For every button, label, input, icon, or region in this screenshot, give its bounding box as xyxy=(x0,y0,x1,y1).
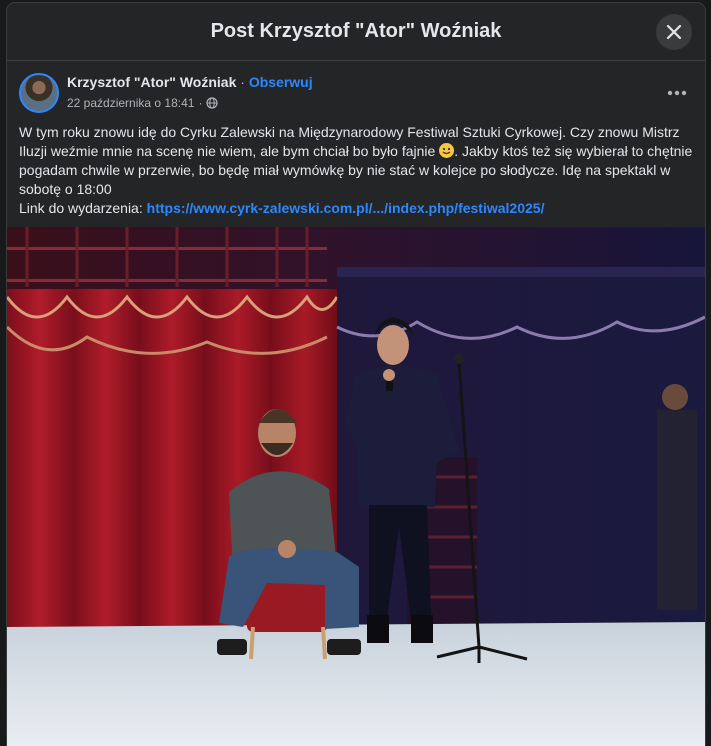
post-modal: Post Krzysztof "Ator" Woźniak Krzysztof … xyxy=(7,3,705,746)
more-icon xyxy=(667,90,687,96)
separator-dot: · xyxy=(240,74,245,90)
close-button[interactable] xyxy=(656,14,692,50)
smiling-face-icon xyxy=(439,143,455,158)
author-line: Krzysztof "Ator" Woźniak · Obserwuj xyxy=(67,74,313,90)
modal-header: Post Krzysztof "Ator" Woźniak xyxy=(7,3,705,61)
post-photo[interactable] xyxy=(7,227,705,746)
post-header: Krzysztof "Ator" Woźniak · Obserwuj 22 p… xyxy=(7,61,705,121)
author-name[interactable]: Krzysztof "Ator" Woźniak xyxy=(67,74,236,90)
more-button[interactable] xyxy=(661,83,693,103)
avatar[interactable] xyxy=(19,73,59,113)
post-text: W tym roku znowu idę do Cyrku Zalewski n… xyxy=(7,123,705,227)
post-date[interactable]: 22 października o 18:41 xyxy=(67,96,194,110)
link-label: Link do wydarzenia: xyxy=(19,200,143,216)
modal-title: Post Krzysztof "Ator" Woźniak xyxy=(210,20,502,42)
meta-separator: · xyxy=(198,96,203,110)
close-icon xyxy=(666,24,682,40)
globe-icon xyxy=(206,97,219,109)
event-link[interactable]: https://www.cyrk-zalewski.com.pl/.../ind… xyxy=(147,200,545,216)
follow-link[interactable]: Obserwuj xyxy=(249,74,313,90)
circus-stage-image xyxy=(7,227,705,746)
post-meta: 22 października o 18:41 · xyxy=(67,96,219,110)
